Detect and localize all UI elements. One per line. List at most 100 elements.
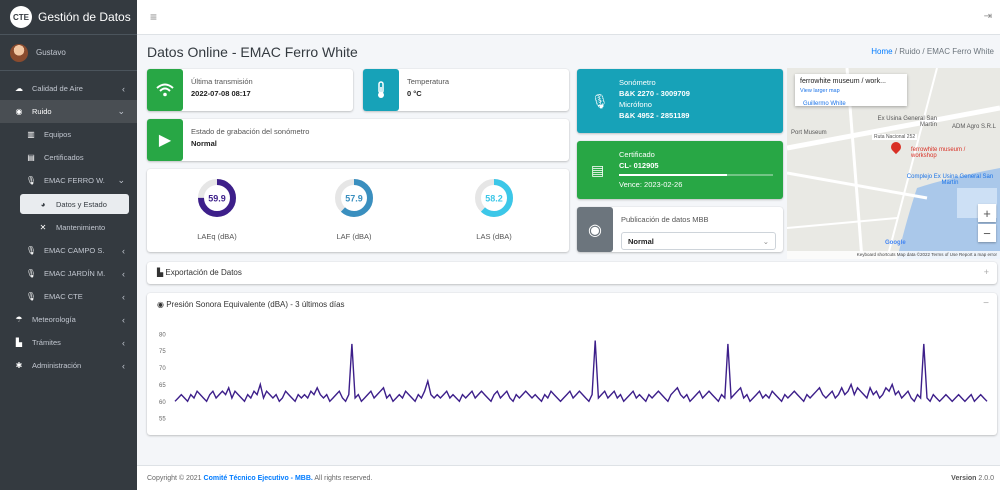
weather-icon: ☂ <box>15 315 23 324</box>
gear-icon: ✱ <box>15 361 23 370</box>
tools-icon: ✕ <box>39 223 47 232</box>
zoom-in-button[interactable]: + <box>978 204 996 222</box>
publication-select[interactable]: Normal ⌄ <box>621 232 776 250</box>
recording-box: ▶ Estado de grabación del sonómetro Norma… <box>147 119 569 161</box>
y-tick-label: 65 <box>159 383 166 389</box>
mic-icon: 🎙 <box>25 246 37 255</box>
chevron-left-icon: ‹ <box>122 83 125 94</box>
map-label: Google <box>885 240 906 246</box>
chevron-down-icon: ⌄ <box>117 106 125 116</box>
sidebar-item-certificados[interactable]: ▤ Certificados <box>0 146 137 169</box>
map-larger-link[interactable]: View larger map <box>800 88 902 94</box>
avatar <box>10 43 28 62</box>
certificate-progress <box>619 174 773 176</box>
map-label: Complejo Ex Usina General San Martín <box>906 174 994 186</box>
gauge-value: 59.9 <box>208 194 226 204</box>
gauge-laeq: 59.9 <box>197 178 237 218</box>
publication-box: ◉ Publicación de datos MBB Normal ⌄ <box>577 207 783 252</box>
hamburger-menu-icon[interactable]: ≡ <box>150 10 157 24</box>
sidebar-item-emac-campo[interactable]: 🎙 EMAC CAMPO S. ‹ <box>0 239 137 262</box>
version-info: Version 2.0.0 <box>951 475 994 482</box>
gauge-las-label: LAS (dBA) <box>476 232 512 241</box>
logout-icon[interactable]: ⇥ <box>984 11 992 22</box>
user-panel[interactable]: Gustavo <box>0 35 137 71</box>
y-tick-label: 75 <box>159 349 166 355</box>
sidebar-item-label: EMAC CTE <box>44 292 83 301</box>
wifi-icon <box>147 69 183 111</box>
mic-icon: 🎙 <box>591 92 609 109</box>
breadcrumb-sep: / <box>922 47 925 56</box>
sidebar-item-label: EMAC JARDÍN M. <box>44 269 106 278</box>
sonometer-model: B&K 2270 - 3009709 <box>619 89 690 98</box>
brand-link[interactable]: CTE Gestión de Datos <box>0 0 137 35</box>
chevron-left-icon: ‹ <box>122 268 125 279</box>
sonometer-title: Sonómetro <box>619 78 656 87</box>
brand-logo: CTE <box>10 6 32 28</box>
export-icon: ▙ <box>157 268 164 277</box>
y-tick-label: 60 <box>159 400 166 406</box>
map-label: Ruta Nacional 252 <box>872 134 918 140</box>
sidebar-item-equipos[interactable]: ▥ Equipos <box>0 123 137 146</box>
chevron-left-icon: ‹ <box>122 314 125 325</box>
copyright-suffix: All rights reserved. <box>312 475 373 482</box>
gauge-laf: 57.9 <box>334 178 374 218</box>
breadcrumb-home[interactable]: Home <box>871 47 892 56</box>
gauge-las: 58.2 <box>474 178 514 218</box>
map-footer: Keyboard shortcuts Map data ©2022 Terms … <box>787 251 1000 259</box>
chart-svg: 80 75 70 65 60 55 <box>159 332 988 423</box>
sidebar-item-label: Ruido <box>32 107 52 116</box>
copyright-prefix: Copyright © 2021 <box>147 475 204 482</box>
sidebar-item-ruido[interactable]: ◉ Ruido ⌄ <box>0 100 137 123</box>
breadcrumb-ruido[interactable]: Ruido <box>899 47 920 56</box>
certificate-title: Certificado <box>619 150 655 159</box>
sidebar-item-emac-jardin[interactable]: 🎙 EMAC JARDÍN M. ‹ <box>0 262 137 285</box>
export-card-header[interactable]: ▙ Exportación de Datos + <box>147 262 997 284</box>
version-label: Version <box>951 475 977 482</box>
gauge-laf-label: LAF (dBA) <box>336 232 372 241</box>
map-embed[interactable]: ferrowhite museum / work... View larger … <box>787 68 1000 259</box>
map-label: Port Museum <box>791 130 827 136</box>
play-icon: ▶ <box>147 119 183 161</box>
sidebar-item-emac-cte[interactable]: 🎙 EMAC CTE ‹ <box>0 285 137 308</box>
map-label: ferrowhite museum / workshop <box>911 147 966 159</box>
chevron-down-icon: ⌄ <box>117 175 125 185</box>
breadcrumb-current: EMAC Ferro White <box>926 47 994 56</box>
sonometer-box: 🎙 Sonómetro B&K 2270 - 3009709 Micrófono… <box>577 69 783 133</box>
user-name: Gustavo <box>36 48 66 57</box>
map-label: Guillermo White <box>803 101 846 107</box>
recording-label: Estado de grabación del sonómetro <box>191 127 310 136</box>
y-tick-label: 55 <box>159 417 166 423</box>
certificate-file-icon: ▤ <box>591 161 605 178</box>
sidebar-item-administracion[interactable]: ✱ Administración ‹ <box>0 354 137 377</box>
version-number: 2.0.0 <box>978 475 994 482</box>
certificate-box: ▤ Certificado CL- 012905 Vence: 2023-02-… <box>577 141 783 199</box>
sidebar-item-calidad-aire[interactable]: ☁ Calidad de Aire ‹ <box>0 77 137 100</box>
sidebar-item-datos-estado[interactable]: ◕ Datos y Estado <box>20 194 129 214</box>
chevron-left-icon: ‹ <box>122 337 125 348</box>
sidebar-item-label: Certificados <box>44 153 84 162</box>
mic-icon: 🎙 <box>25 269 37 278</box>
sidebar-item-tramites[interactable]: ▙ Trámites ‹ <box>0 331 137 354</box>
sidebar-item-label: Equipos <box>44 130 72 139</box>
expand-icon[interactable]: + <box>984 267 989 277</box>
publication-label: Publicación de datos MBB <box>621 215 709 224</box>
certificate-expires: Vence: 2023-02-26 <box>619 180 683 189</box>
chart-card: ◉ Presión Sonora Equivalente (dBA) - 3 ú… <box>147 293 997 435</box>
equipos-icon: ▥ <box>27 130 35 139</box>
chevron-left-icon: ‹ <box>122 245 125 256</box>
mic-icon: 🎙 <box>25 176 37 185</box>
sidebar-item-mantenimiento[interactable]: ✕ Mantenimiento <box>0 216 137 239</box>
sidebar-item-emac-ferro[interactable]: 🎙 EMAC FERRO W. ⌄ <box>0 169 137 192</box>
sidebar-item-label: Datos y Estado <box>56 199 107 209</box>
gauge-value: 58.2 <box>485 194 503 204</box>
sidebar-item-meteorologia[interactable]: ☂ Meteorología ‹ <box>0 308 137 331</box>
org-link[interactable]: Comité Técnico Ejecutivo - MBB. <box>204 475 313 482</box>
sidebar-item-label: EMAC CAMPO S. <box>44 246 105 255</box>
transmission-value: 2022-07-08 08:17 <box>191 89 251 98</box>
microphone-model: B&K 4952 - 2851189 <box>619 111 690 120</box>
folder-icon: ▙ <box>15 338 23 347</box>
mic-icon: 🎙 <box>25 292 37 301</box>
zoom-out-button[interactable]: − <box>978 224 996 242</box>
temperature-label: Temperatura <box>407 77 450 86</box>
sidebar-item-label: Administración <box>32 361 82 370</box>
